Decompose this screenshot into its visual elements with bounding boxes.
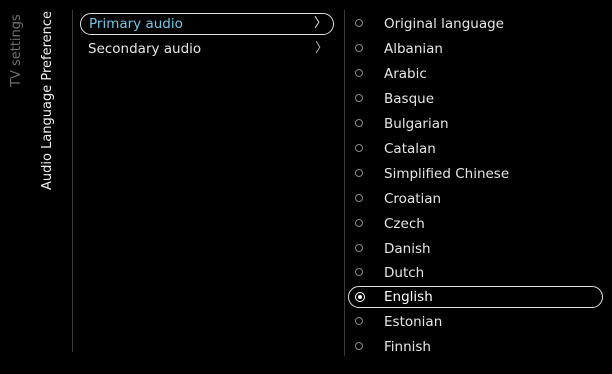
language-option-albanian[interactable]: Albanian — [348, 38, 603, 60]
menu-item-label: Secondary audio — [88, 41, 202, 57]
language-label: English — [384, 289, 433, 305]
language-option-dutch[interactable]: Dutch — [348, 262, 603, 284]
radio-icon — [355, 94, 363, 102]
language-option-finnish[interactable]: Finnish — [348, 336, 603, 358]
language-option-danish[interactable]: Danish — [348, 238, 603, 260]
page-title: Audio Language Preference — [40, 10, 55, 190]
language-option-arabic[interactable]: Arabic — [348, 63, 603, 85]
language-label: Dutch — [384, 265, 425, 281]
radio-icon — [355, 169, 363, 177]
language-option-estonian[interactable]: Estonian — [348, 311, 603, 333]
radio-icon — [355, 219, 363, 227]
radio-icon — [355, 69, 363, 77]
language-label: Original language — [384, 16, 504, 32]
radio-icon — [355, 144, 363, 152]
radio-icon — [355, 44, 363, 52]
language-option-bulgarian[interactable]: Bulgarian — [348, 113, 603, 135]
language-label: Estonian — [384, 314, 443, 330]
language-option-original[interactable]: Original language — [348, 13, 603, 35]
language-label: Simplified Chinese — [384, 166, 510, 182]
language-option-croatian[interactable]: Croatian — [348, 188, 603, 210]
radio-icon — [355, 342, 363, 350]
language-label: Arabic — [384, 66, 427, 82]
chevron-right-icon: 〉 — [314, 41, 328, 56]
radio-icon — [355, 19, 363, 27]
language-option-basque[interactable]: Basque — [348, 88, 603, 110]
language-label: Czech — [384, 216, 425, 232]
menu-item-label: Primary audio — [89, 16, 183, 32]
language-option-catalan[interactable]: Catalan — [348, 138, 603, 160]
column-divider — [72, 10, 73, 352]
radio-icon — [355, 194, 363, 202]
language-option-english[interactable]: English — [348, 286, 603, 308]
language-label: Basque — [384, 91, 434, 107]
language-label: Bulgarian — [384, 116, 449, 132]
radio-icon — [355, 268, 363, 276]
language-label: Croatian — [384, 191, 442, 207]
menu-item-primary-audio[interactable]: Primary audio 〉 — [80, 13, 334, 35]
language-label: Finnish — [384, 339, 431, 355]
language-option-simplified-chinese[interactable]: Simplified Chinese — [348, 163, 603, 185]
breadcrumb-root[interactable]: TV settings — [9, 14, 24, 87]
language-label: Albanian — [384, 41, 443, 57]
chevron-right-icon: 〉 — [313, 16, 327, 31]
language-label: Danish — [384, 241, 431, 257]
radio-selected-icon — [355, 292, 365, 302]
radio-icon — [355, 119, 363, 127]
tv-settings-screen: TV settings Audio Language Preference Pr… — [0, 0, 612, 374]
radio-icon — [355, 317, 363, 325]
column-divider — [344, 10, 345, 356]
language-label: Catalan — [384, 141, 436, 157]
language-option-czech[interactable]: Czech — [348, 213, 603, 235]
radio-icon — [355, 244, 363, 252]
menu-item-secondary-audio[interactable]: Secondary audio 〉 — [80, 38, 334, 60]
